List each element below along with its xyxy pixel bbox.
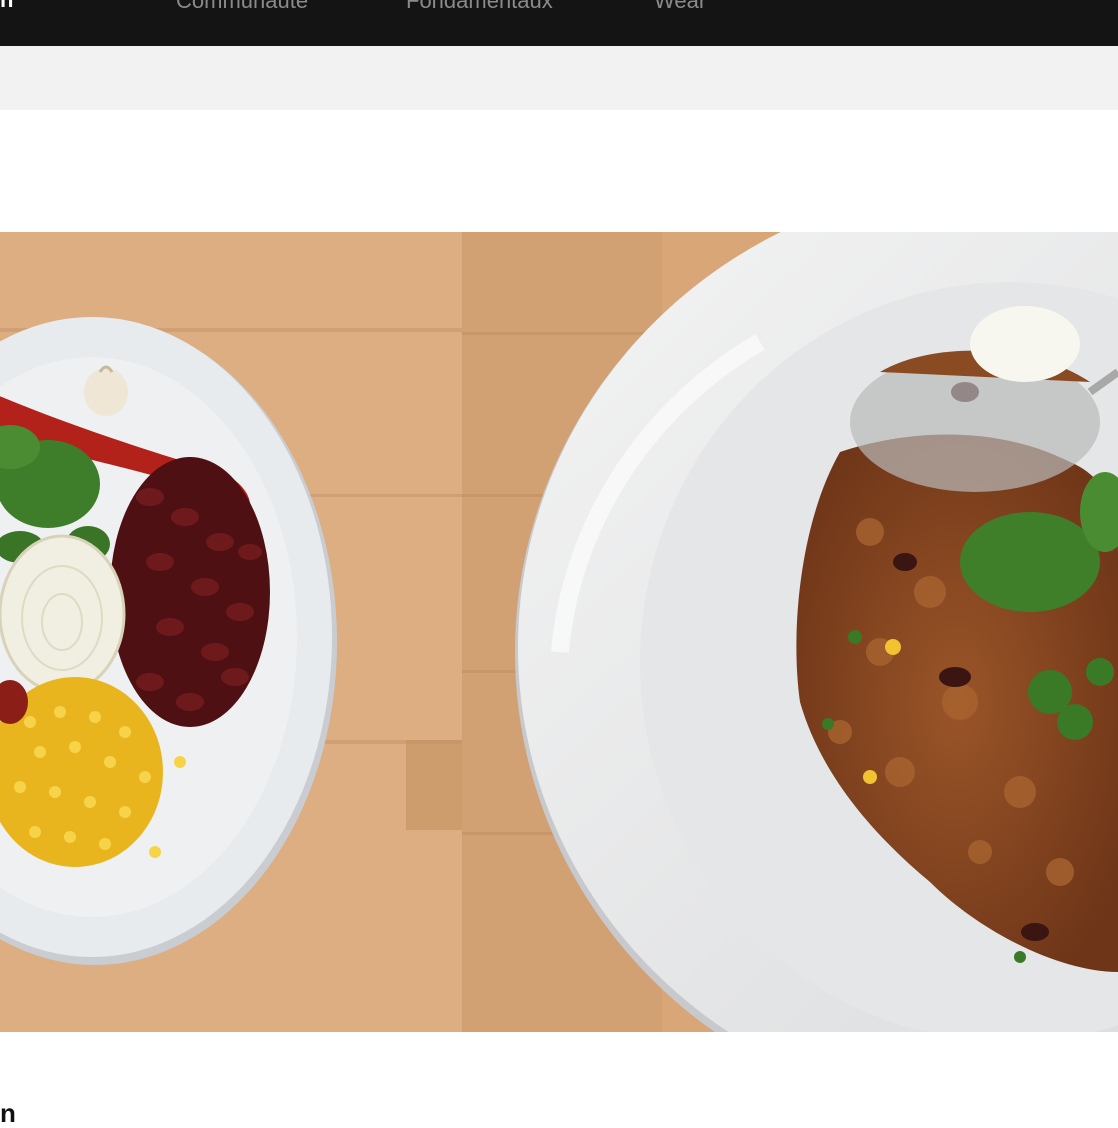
garlic-clove [84, 368, 128, 416]
basil-garnish [960, 512, 1100, 612]
sour-cream [970, 306, 1080, 382]
wood-knot [406, 740, 462, 830]
nav-link-communaute[interactable]: Communauté [176, 0, 308, 14]
top-navigation-bar: n Communauté Fondamentaux Wear [0, 0, 1118, 46]
hero-food-illustration [0, 232, 1118, 1032]
sub-navigation-bar [0, 46, 1118, 110]
article-title: n [0, 1098, 16, 1128]
nav-link-wear[interactable]: Wear [654, 0, 706, 14]
nav-link-fondamentaux[interactable]: Fondamentaux [406, 0, 553, 14]
kidney-beans [110, 457, 270, 727]
onion-half [0, 534, 126, 694]
site-logo[interactable]: n [0, 0, 13, 14]
wood-seam [462, 332, 662, 335]
hero-image [0, 232, 1118, 1032]
